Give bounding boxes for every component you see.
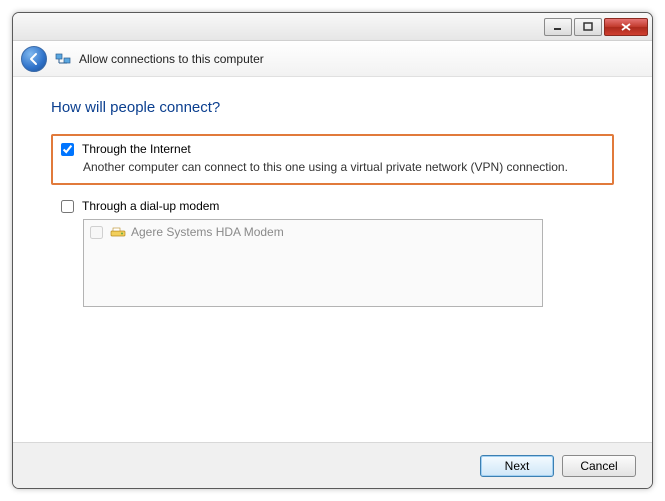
cancel-button-label: Cancel (580, 459, 617, 473)
option-internet: Through the Internet Another computer ca… (51, 134, 614, 185)
internet-checkbox[interactable] (61, 143, 74, 156)
modem-icon (110, 224, 126, 240)
modem-checkbox[interactable] (90, 226, 103, 239)
dialup-checkbox[interactable] (61, 200, 74, 213)
back-arrow-icon (27, 52, 41, 66)
header-title: Allow connections to this computer (79, 52, 264, 66)
next-button-label: Next (505, 459, 530, 473)
modem-listbox[interactable]: Agere Systems HDA Modem (83, 219, 543, 307)
maximize-icon (583, 22, 593, 32)
maximize-button[interactable] (574, 18, 602, 36)
page-heading: How will people connect? (51, 99, 614, 116)
back-button[interactable] (21, 46, 47, 72)
option-dialup: Through a dial-up modem Agere Systems H (51, 191, 614, 317)
header-bar: Allow connections to this computer (13, 41, 652, 77)
minimize-button[interactable] (544, 18, 572, 36)
titlebar (13, 13, 652, 41)
network-wizard-icon (55, 51, 71, 67)
footer-bar: Next Cancel (13, 442, 652, 488)
content-area: How will people connect? Through the Int… (13, 77, 652, 442)
internet-description: Another computer can connect to this one… (83, 159, 593, 175)
close-icon (620, 22, 632, 32)
next-button[interactable]: Next (480, 455, 554, 477)
minimize-icon (553, 22, 563, 32)
cancel-button[interactable]: Cancel (562, 455, 636, 477)
internet-label: Through the Internet (82, 142, 191, 156)
modem-item[interactable]: Agere Systems HDA Modem (90, 224, 536, 240)
modem-name: Agere Systems HDA Modem (131, 225, 284, 239)
close-button[interactable] (604, 18, 648, 36)
wizard-window: Allow connections to this computer How w… (12, 12, 653, 489)
dialup-label: Through a dial-up modem (82, 199, 219, 213)
